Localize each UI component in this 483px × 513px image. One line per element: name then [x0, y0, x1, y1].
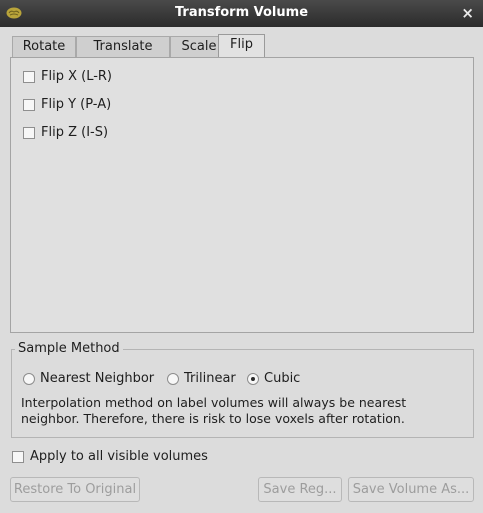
radio-nearest-neighbor[interactable]: Nearest Neighbor — [23, 371, 154, 386]
interpolation-note: Interpolation method on label volumes wi… — [21, 395, 461, 427]
save-volume-as-button[interactable]: Save Volume As... — [348, 477, 474, 502]
transform-volume-window: Transform Volume × Rotate Translate Scal… — [0, 0, 483, 513]
radio-circle-selected[interactable] — [247, 372, 259, 385]
save-reg-button[interactable]: Save Reg... — [258, 477, 342, 502]
checkbox-box[interactable] — [12, 450, 24, 463]
flip-y-label: Flip Y (P-A) — [41, 97, 112, 112]
flip-z-checkbox[interactable]: Flip Z (I-S) — [23, 125, 108, 140]
trilinear-label: Trilinear — [184, 371, 236, 386]
flip-x-label: Flip X (L-R) — [41, 69, 113, 84]
radio-circle[interactable] — [167, 372, 179, 385]
checkbox-box[interactable] — [23, 126, 35, 139]
window-title: Transform Volume — [174, 5, 309, 20]
close-icon[interactable]: × — [461, 4, 474, 22]
note-line-1: Interpolation method on label volumes wi… — [21, 395, 407, 410]
flip-y-checkbox[interactable]: Flip Y (P-A) — [23, 97, 111, 112]
note-line-2: neighbor. Therefore, there is risk to lo… — [21, 411, 405, 426]
flip-z-label: Flip Z (I-S) — [41, 125, 109, 140]
radio-cubic[interactable]: Cubic — [247, 371, 300, 386]
sample-method-title: Sample Method — [15, 341, 123, 356]
nearest-neighbor-label: Nearest Neighbor — [40, 371, 155, 386]
tab-translate[interactable]: Translate — [76, 36, 170, 57]
flip-x-checkbox[interactable]: Flip X (L-R) — [23, 69, 112, 84]
restore-to-original-button[interactable]: Restore To Original — [10, 477, 140, 502]
tab-flip[interactable]: Flip — [218, 34, 265, 57]
tab-rotate[interactable]: Rotate — [12, 36, 76, 57]
checkbox-box[interactable] — [23, 98, 35, 111]
apply-all-checkbox[interactable]: Apply to all visible volumes — [12, 449, 208, 464]
cubic-label: Cubic — [264, 371, 301, 386]
radio-circle[interactable] — [23, 372, 35, 385]
checkbox-box[interactable] — [23, 70, 35, 83]
radio-trilinear[interactable]: Trilinear — [167, 371, 236, 386]
apply-all-label: Apply to all visible volumes — [30, 449, 208, 464]
title-bar[interactable]: Transform Volume × — [0, 0, 483, 27]
